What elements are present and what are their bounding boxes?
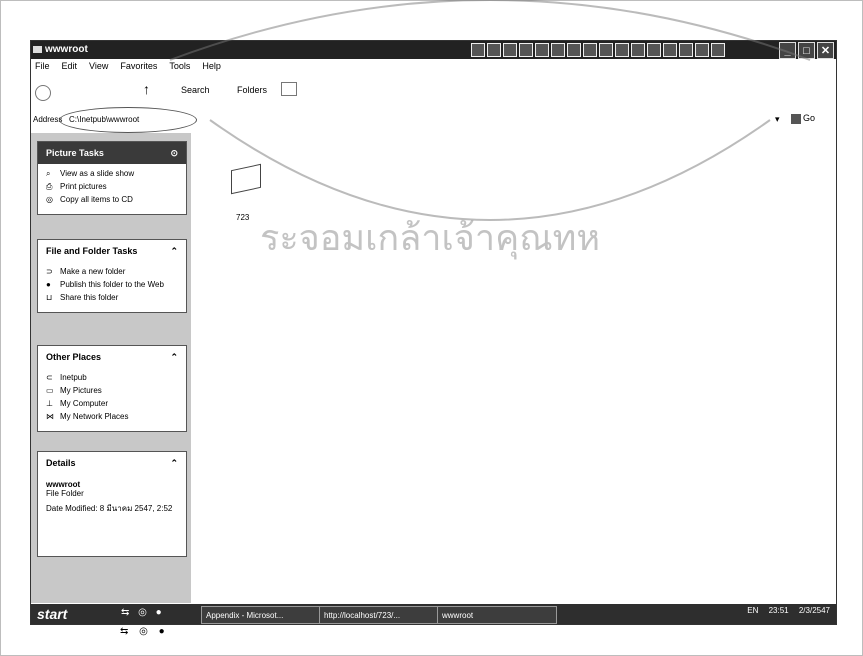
app-icon[interactable] — [503, 43, 517, 57]
scanned-artifact-icons: ⇆ ◎ ● — [120, 626, 169, 637]
task-slide-show[interactable]: ⌕ View as a slide show — [46, 169, 178, 179]
folder-icon[interactable] — [231, 163, 261, 195]
panel-file-folder-tasks: File and Folder Tasks ⌃ ⊃ Make a new fold… — [37, 239, 187, 313]
titlebar-tray-icons — [471, 43, 725, 57]
menu-view[interactable]: View — [89, 61, 108, 71]
close-button[interactable]: ✕ — [817, 42, 834, 59]
menu-edit[interactable]: Edit — [62, 61, 78, 71]
detail-modified: Date Modified: 8 มีนาคม 2547, 2:52 — [46, 504, 173, 513]
go-label: Go — [803, 113, 816, 123]
task-share-folder[interactable]: ⊔ Share this folder — [46, 293, 178, 303]
app-icon[interactable] — [711, 43, 725, 57]
folder-label[interactable]: 723 — [236, 213, 249, 222]
taskbar-button-browser[interactable]: http://localhost/723/... — [319, 606, 439, 624]
app-icon[interactable] — [647, 43, 661, 57]
app-icon[interactable] — [679, 43, 693, 57]
clock-time: 23:51 — [768, 606, 789, 615]
app-icon[interactable] — [599, 43, 613, 57]
menu-bar: File Edit View Favorites Tools Help — [31, 59, 836, 73]
clock-date: 2/3/2547 — [798, 606, 830, 615]
folder-icon: ⊂ — [46, 373, 53, 382]
panel-header[interactable]: Details ⌃ — [38, 452, 186, 474]
slideshow-icon: ⌕ — [46, 169, 51, 178]
place-my-computer[interactable]: ⊥ My Computer — [46, 399, 178, 409]
minimize-button[interactable]: _ — [779, 42, 796, 59]
window-controls: _ □ ✕ — [779, 42, 834, 59]
app-icon[interactable] — [663, 43, 677, 57]
task-new-folder[interactable]: ⊃ Make a new folder — [46, 267, 178, 277]
place-my-pictures[interactable]: ▭ My Pictures — [46, 386, 178, 396]
explorer-window: wwwroot _ □ ✕ File Edit View Favorites T… — [30, 40, 837, 625]
up-arrow-icon[interactable]: ↑ — [143, 81, 150, 97]
cd-icon: ◎ — [46, 195, 53, 204]
panel-details: Details ⌃ wwwroot File Folder Date Modif… — [37, 451, 187, 557]
chevron-up-icon[interactable]: ⌃ — [170, 458, 178, 469]
pictures-icon: ▭ — [46, 386, 54, 395]
file-view: 723 — [191, 133, 836, 603]
title-bar[interactable]: wwwroot _ □ ✕ — [31, 41, 836, 59]
chevron-down-icon[interactable]: ▾ — [775, 114, 780, 125]
app-icon[interactable] — [487, 43, 501, 57]
place-inetpub[interactable]: ⊂ Inetpub — [46, 373, 178, 383]
detail-name: wwwroot — [46, 480, 81, 489]
place-network-places[interactable]: ⋈ My Network Places — [46, 412, 178, 422]
panel-header[interactable]: Picture Tasks ⊙ — [38, 142, 186, 164]
language-indicator[interactable]: EN — [747, 606, 758, 615]
app-icon[interactable] — [695, 43, 709, 57]
share-icon: ⊔ — [46, 293, 53, 302]
taskbar-button-appendix[interactable]: Appendix - Microsot... — [201, 606, 321, 624]
app-icon[interactable] — [471, 43, 485, 57]
panel-title: Details — [46, 458, 76, 468]
chevron-up-icon[interactable]: ⌃ — [170, 352, 178, 363]
printer-icon: ⎙ — [46, 182, 53, 191]
network-icon: ⋈ — [46, 412, 54, 421]
panel-title: File and Folder Tasks — [46, 246, 138, 256]
address-label: Address — [33, 115, 63, 124]
toolbar: ↑ Search Folders — [31, 73, 836, 107]
menu-file[interactable]: File — [35, 61, 50, 71]
system-tray: EN 23:51 2/3/2547 — [739, 606, 830, 615]
menu-favorites[interactable]: Favorites — [120, 61, 157, 71]
back-button[interactable] — [35, 85, 51, 101]
globe-icon: ● — [46, 280, 51, 289]
detail-type: File Folder — [46, 489, 84, 498]
task-print-pictures[interactable]: ⎙ Print pictures — [46, 182, 178, 192]
folders-button[interactable]: Folders — [237, 85, 267, 95]
new-folder-icon: ⊃ — [46, 267, 53, 276]
app-icon[interactable] — [615, 43, 629, 57]
taskbar: start ⇆ ◎ ● Appendix - Microsot... http:… — [31, 604, 836, 624]
task-publish-web[interactable]: ● Publish this folder to the Web — [46, 280, 178, 290]
app-icon[interactable] — [631, 43, 645, 57]
folder-icon — [33, 46, 42, 53]
panel-header[interactable]: File and Folder Tasks ⌃ — [38, 240, 186, 262]
app-icon[interactable] — [519, 43, 533, 57]
panel-picture-tasks: Picture Tasks ⊙ ⌕ View as a slide show ⎙ P… — [37, 141, 187, 215]
quick-launch-icons[interactable]: ⇆ ◎ ● — [121, 607, 165, 618]
menu-tools[interactable]: Tools — [169, 61, 190, 71]
app-icon[interactable] — [583, 43, 597, 57]
task-pane: Picture Tasks ⊙ ⌕ View as a slide show ⎙ P… — [31, 133, 191, 603]
app-icon[interactable] — [535, 43, 549, 57]
computer-icon: ⊥ — [46, 399, 53, 408]
go-arrow-icon — [791, 113, 801, 124]
menu-help[interactable]: Help — [202, 61, 221, 71]
taskbar-button-wwwroot[interactable]: wwwroot — [437, 606, 557, 624]
collapse-icon[interactable]: ⊙ — [170, 148, 178, 159]
chevron-up-icon[interactable]: ⌃ — [170, 246, 178, 257]
go-button[interactable]: Go — [791, 113, 815, 124]
start-button[interactable]: start — [37, 606, 67, 622]
panel-title: Other Places — [46, 352, 102, 362]
task-copy-to-cd[interactable]: ◎ Copy all items to CD — [46, 195, 178, 205]
views-icon[interactable] — [281, 82, 297, 96]
search-button[interactable]: Search — [181, 85, 210, 95]
panel-header[interactable]: Other Places ⌃ — [38, 346, 186, 368]
app-icon[interactable] — [567, 43, 581, 57]
address-bar: Address C:\Inetpub\wwwroot ▾ Go — [31, 107, 836, 133]
app-icon[interactable] — [551, 43, 565, 57]
address-input[interactable]: C:\Inetpub\wwwroot — [69, 115, 139, 124]
panel-title: Picture Tasks — [46, 148, 104, 158]
panel-other-places: Other Places ⌃ ⊂ Inetpub ▭ My Pictures ⊥ My… — [37, 345, 187, 432]
maximize-button[interactable]: □ — [798, 42, 815, 59]
window-title: wwwroot — [45, 44, 88, 55]
